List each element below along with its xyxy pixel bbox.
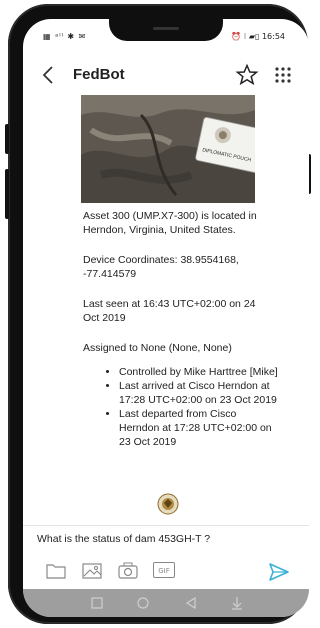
asset-photo: DIPLOMATIC POUCH [81, 95, 255, 203]
square-icon[interactable] [89, 595, 105, 611]
list-item: Last arrived at Cisco Herndon at 17:28 U… [119, 379, 279, 407]
list-item: Last departed from Cisco Herndon at 17:2… [119, 407, 279, 449]
send-icon[interactable] [267, 560, 291, 584]
message-coordinates: Device Coordinates: 38.9554168, -77.4145… [83, 254, 239, 280]
star-outline-icon[interactable] [235, 63, 259, 87]
input-toolbar: GIF [23, 557, 309, 587]
download-arrow-icon[interactable] [229, 595, 245, 611]
input-divider [23, 525, 309, 526]
folder-icon[interactable] [45, 561, 67, 581]
phone-side-button [5, 169, 9, 219]
grid-dots-icon[interactable] [273, 65, 293, 85]
status-bar: ▦ ᵃˡˡ ✱ ✉ ⏰ ⁝ ▰▯ 16:54 [23, 19, 309, 55]
message-last-seen: Last seen at 16:43 UTC+02:00 on 24 Oct 2… [83, 298, 256, 324]
message-input[interactable]: What is the status of dam 453GH-T ? [37, 533, 210, 545]
app-bar: FedBot [23, 55, 309, 95]
list-item: Controlled by Mike Harttree [Mike] [119, 365, 279, 379]
chevron-left-icon[interactable] [37, 63, 61, 87]
notch [109, 19, 223, 41]
screen: ▦ ᵃˡˡ ✱ ✉ ⏰ ⁝ ▰▯ 16:54 FedBot DIPLOMATIC… [23, 19, 309, 617]
message-assigned: Assigned to None (None, None) [83, 342, 232, 354]
page-title: FedBot [73, 66, 125, 83]
status-left-indicators: ▦ ᵃˡˡ ✱ ✉ [43, 32, 87, 41]
diplomatic-pouch-image: DIPLOMATIC POUCH [81, 95, 255, 203]
message-location: Asset 300 (UMP.X7-300) is located in Her… [83, 210, 257, 236]
phone-side-button [5, 124, 9, 154]
camera-icon[interactable] [117, 561, 139, 581]
phone-frame: ▦ ᵃˡˡ ✱ ✉ ⏰ ⁝ ▰▯ 16:54 FedBot DIPLOMATIC… [5, 4, 311, 624]
chat-content: DIPLOMATIC POUCH Asset 300 (UMP.X7-300) … [23, 95, 309, 527]
image-icon[interactable] [81, 561, 103, 581]
home-circle-icon[interactable] [135, 595, 151, 611]
system-nav-bar [23, 589, 309, 617]
gif-icon[interactable]: GIF [153, 562, 175, 578]
seal-icon [157, 493, 179, 515]
status-right-indicators: ⏰ ⁝ ▰▯ 16:54 [231, 32, 285, 41]
details-list: Controlled by Mike Harttree [Mike] Last … [107, 365, 279, 449]
back-triangle-icon[interactable] [183, 595, 199, 611]
speaker [153, 27, 179, 30]
